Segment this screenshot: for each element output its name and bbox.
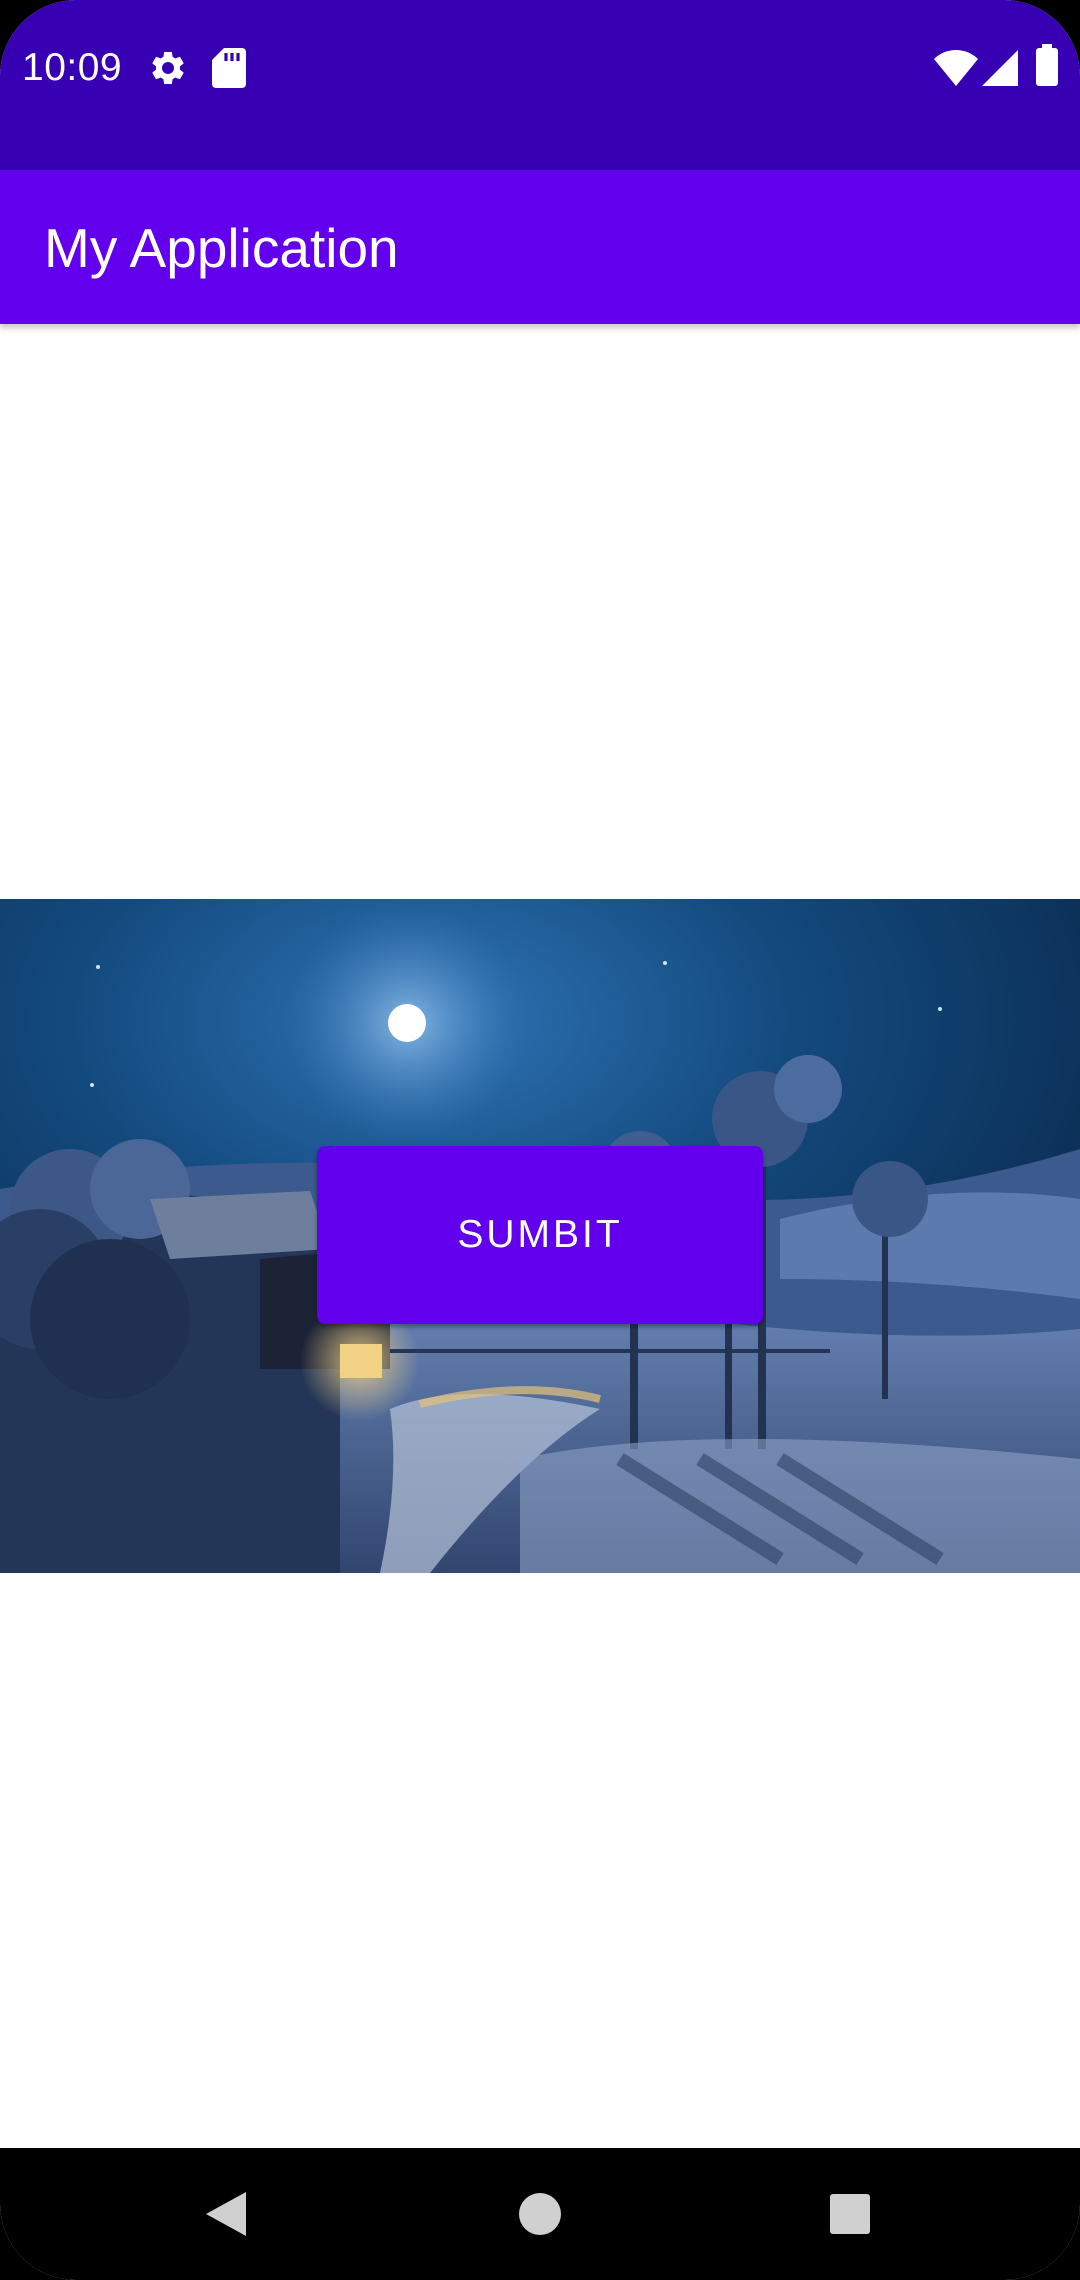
gear-icon bbox=[148, 48, 188, 93]
app-title: My Application bbox=[44, 217, 399, 279]
recents-button[interactable] bbox=[770, 2148, 930, 2280]
status-time: 10:09 bbox=[22, 46, 123, 89]
device-screen: 10:09 My Application SUMBIT bbox=[0, 0, 1080, 2280]
app-bar: My Application bbox=[0, 170, 1080, 324]
wifi-icon bbox=[934, 50, 978, 91]
navigation-bar bbox=[0, 2148, 1080, 2280]
cell-signal-icon bbox=[982, 50, 1018, 91]
home-button[interactable] bbox=[460, 2148, 620, 2280]
recents-icon bbox=[830, 2194, 870, 2234]
home-icon bbox=[519, 2193, 561, 2235]
back-button[interactable] bbox=[146, 2148, 306, 2280]
back-icon bbox=[206, 2192, 246, 2236]
status-bar: 10:09 bbox=[0, 0, 1080, 170]
submit-button[interactable]: SUMBIT bbox=[317, 1146, 763, 1324]
sd-card-icon bbox=[212, 48, 246, 93]
battery-icon bbox=[1036, 44, 1058, 91]
